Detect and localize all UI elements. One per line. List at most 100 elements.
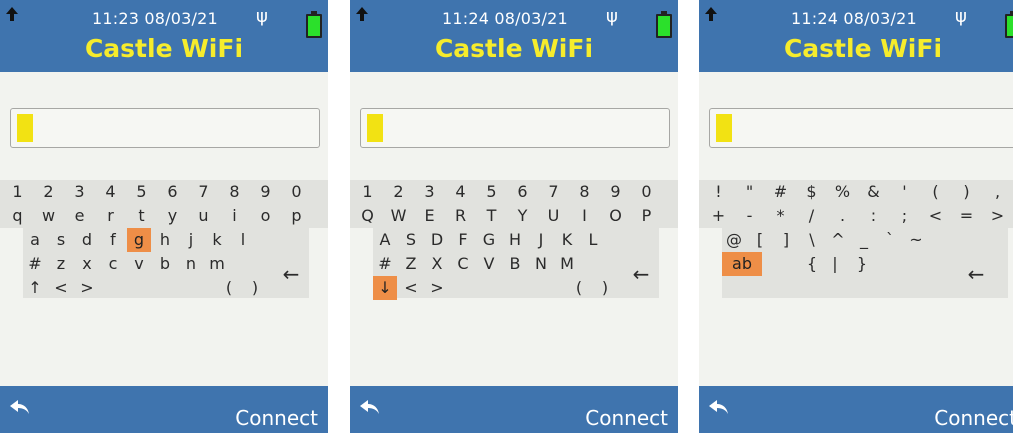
key[interactable]: a — [23, 228, 47, 252]
key[interactable]: # — [23, 252, 47, 276]
key[interactable]: , — [986, 180, 1009, 204]
key[interactable]: { — [800, 252, 824, 276]
key[interactable]: t — [130, 204, 153, 228]
key[interactable]: / — [800, 204, 823, 228]
key[interactable]: 2 — [37, 180, 60, 204]
key[interactable]: . — [831, 204, 854, 228]
key[interactable]: R — [449, 204, 472, 228]
key[interactable]: 0 — [635, 180, 658, 204]
key[interactable]: S — [399, 228, 423, 252]
key[interactable]: w — [37, 204, 60, 228]
key[interactable]: 5 — [130, 180, 153, 204]
key[interactable]: - — [738, 204, 761, 228]
key[interactable]: ↓ — [373, 276, 397, 300]
key[interactable]: m — [205, 252, 229, 276]
key[interactable]: l — [231, 228, 255, 252]
key[interactable]: D — [425, 228, 449, 252]
key[interactable]: C — [451, 252, 475, 276]
key[interactable]: : — [862, 204, 885, 228]
connect-button[interactable]: Connect — [934, 406, 1013, 430]
backspace-key[interactable]: ← — [626, 252, 656, 296]
key[interactable]: # — [373, 252, 397, 276]
key[interactable]: ↑ — [23, 276, 47, 300]
key[interactable]: ) — [593, 276, 617, 300]
key[interactable]: L — [581, 228, 605, 252]
space-key[interactable] — [118, 278, 210, 298]
key[interactable]: ~ — [904, 228, 928, 252]
key[interactable]: F — [451, 228, 475, 252]
key[interactable]: 9 — [254, 180, 277, 204]
key[interactable]: & — [862, 180, 885, 204]
backspace-key[interactable]: ← — [276, 252, 306, 296]
key[interactable]: K — [555, 228, 579, 252]
key[interactable]: Y — [511, 204, 534, 228]
key[interactable]: 6 — [161, 180, 184, 204]
back-icon[interactable] — [709, 400, 729, 416]
key[interactable]: 4 — [449, 180, 472, 204]
key[interactable]: = — [955, 204, 978, 228]
key[interactable]: 1 — [356, 180, 379, 204]
key[interactable]: i — [223, 204, 246, 228]
key[interactable]: _ — [852, 228, 876, 252]
key[interactable]: n — [179, 252, 203, 276]
key[interactable]: g — [127, 228, 151, 252]
key[interactable]: ; — [893, 204, 916, 228]
key[interactable]: k — [205, 228, 229, 252]
key[interactable]: ] — [774, 228, 798, 252]
key[interactable]: 1 — [6, 180, 29, 204]
key[interactable]: H — [503, 228, 527, 252]
key[interactable]: X — [425, 252, 449, 276]
key[interactable]: ! — [707, 180, 730, 204]
key[interactable]: v — [127, 252, 151, 276]
space-key[interactable] — [797, 276, 891, 298]
key[interactable]: " — [738, 180, 761, 204]
key[interactable]: + — [707, 204, 730, 228]
key[interactable]: ) — [955, 180, 978, 204]
key[interactable]: ( — [924, 180, 947, 204]
key[interactable]: E — [418, 204, 441, 228]
key[interactable]: I — [573, 204, 596, 228]
key[interactable]: # — [769, 180, 792, 204]
key[interactable]: 7 — [192, 180, 215, 204]
key[interactable]: V — [477, 252, 501, 276]
key[interactable]: 8 — [223, 180, 246, 204]
key[interactable]: p — [285, 204, 308, 228]
key[interactable]: T — [480, 204, 503, 228]
key[interactable]: x — [75, 252, 99, 276]
key[interactable]: 6 — [511, 180, 534, 204]
key[interactable]: o — [254, 204, 277, 228]
key[interactable]: ( — [217, 276, 241, 300]
key[interactable]: 3 — [418, 180, 441, 204]
key[interactable]: P — [635, 204, 658, 228]
key[interactable]: z — [49, 252, 73, 276]
key[interactable]: > — [986, 204, 1009, 228]
key[interactable]: 8 — [573, 180, 596, 204]
key[interactable]: W — [387, 204, 410, 228]
key[interactable]: U — [542, 204, 565, 228]
connect-button[interactable]: Connect — [585, 406, 668, 430]
back-icon[interactable] — [10, 400, 30, 416]
key[interactable]: f — [101, 228, 125, 252]
key[interactable]: 3 — [68, 180, 91, 204]
key[interactable]: \ — [800, 228, 824, 252]
key[interactable]: ' — [893, 180, 916, 204]
key[interactable]: N — [529, 252, 553, 276]
key[interactable]: 4 — [99, 180, 122, 204]
key[interactable]: $ — [800, 180, 823, 204]
key[interactable]: 2 — [387, 180, 410, 204]
key[interactable]: } — [850, 252, 874, 276]
connect-button[interactable]: Connect — [235, 406, 318, 430]
key[interactable]: * — [769, 204, 792, 228]
key[interactable]: < — [49, 276, 73, 300]
key[interactable]: A — [373, 228, 397, 252]
key[interactable]: O — [604, 204, 627, 228]
key[interactable]: c — [101, 252, 125, 276]
key[interactable]: y — [161, 204, 184, 228]
key[interactable]: J — [529, 228, 553, 252]
key[interactable]: q — [6, 204, 29, 228]
key[interactable]: d — [75, 228, 99, 252]
key[interactable]: [ — [748, 228, 772, 252]
key[interactable]: | — [823, 252, 847, 276]
key[interactable]: e — [68, 204, 91, 228]
key[interactable]: s — [49, 228, 73, 252]
